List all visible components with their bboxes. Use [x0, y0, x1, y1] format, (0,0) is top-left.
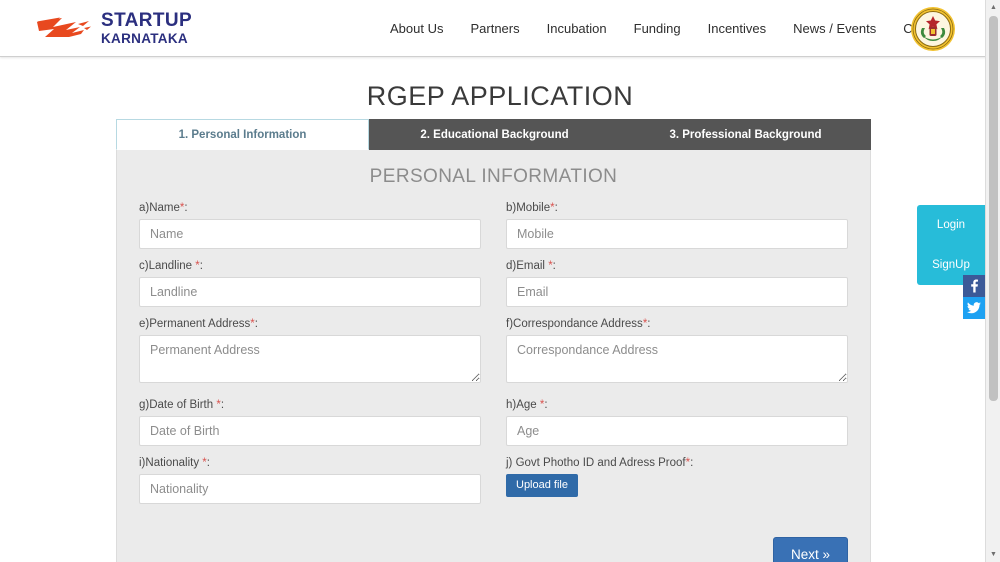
nav-item-partners[interactable]: Partners: [470, 21, 519, 36]
social-links: [963, 275, 985, 319]
facebook-icon[interactable]: [963, 275, 985, 297]
field-label-name-text: a)Name: [139, 202, 180, 214]
facebook-glyph-icon: [971, 279, 978, 293]
tab-personal-information[interactable]: 1. Personal Information: [116, 119, 369, 150]
wizard-tabs: 1. Personal Information 2. Educational B…: [116, 119, 871, 150]
field-label-landline-text: c)Landline: [139, 260, 193, 272]
twitter-icon[interactable]: [963, 297, 985, 319]
browser-viewport: STARTUP KARNATAKA About Us Partners Incu…: [0, 0, 1000, 562]
brand-text: STARTUP KARNATAKA: [101, 11, 192, 46]
field-age: h)Age *:: [506, 399, 848, 446]
field-label-mobile: b)Mobile*:: [506, 202, 848, 214]
field-label-date-of-birth: g)Date of Birth *:: [139, 399, 481, 411]
upload-file-button[interactable]: Upload file: [506, 474, 578, 497]
field-name: a)Name*:: [139, 202, 481, 249]
tab-professional-background[interactable]: 3. Professional Background: [620, 119, 871, 150]
field-label-govt-id-proof: j) Govt Photho ID and Adress Proof*:: [506, 457, 848, 469]
field-label-correspondance-address-text: f)Correspondance Address: [506, 318, 643, 330]
page-title: RGEP APPLICATION: [366, 81, 634, 111]
correspondance-address-textarea[interactable]: [506, 335, 848, 383]
label-colon: :: [254, 318, 258, 330]
brand-line-startup: STARTUP: [101, 9, 193, 31]
label-colon: :: [220, 399, 225, 411]
name-input[interactable]: [139, 219, 481, 249]
field-label-age: h)Age *:: [506, 399, 848, 411]
nav-item-funding[interactable]: Funding: [634, 21, 681, 36]
brand-line-karnataka: KARNATAKA: [101, 30, 188, 46]
label-colon: :: [199, 260, 203, 272]
field-mobile: b)Mobile*:: [506, 202, 848, 249]
field-label-correspondance-address: f)Correspondance Address*:: [506, 318, 848, 330]
nav-item-incubation[interactable]: Incubation: [547, 21, 607, 36]
login-button[interactable]: Login: [917, 205, 985, 245]
government-of-karnataka-emblem-icon: [911, 7, 955, 51]
field-date-of-birth: g)Date of Birth *:: [139, 399, 481, 446]
personal-information-panel: PERSONAL INFORMATION a)Name*: b)Mobile*:: [116, 150, 871, 562]
landline-input[interactable]: [139, 277, 481, 307]
scroll-down-arrow-icon[interactable]: ▼: [986, 547, 1000, 562]
bird-swoosh-icon: [37, 17, 91, 37]
field-label-email-text: d)Email: [506, 260, 545, 272]
field-label-nationality: i)Nationality *:: [139, 457, 481, 469]
page-scrollbar[interactable]: ▲ ▼: [985, 0, 1000, 562]
side-auth-widget: Login SignUp: [917, 205, 985, 285]
personal-information-form: a)Name*: b)Mobile*: c)Landline *:: [139, 202, 848, 515]
field-label-age-text: h)Age: [506, 399, 537, 411]
site-header: STARTUP KARNATAKA About Us Partners Incu…: [0, 0, 1000, 57]
nationality-input[interactable]: [139, 474, 481, 504]
label-colon: :: [544, 399, 548, 411]
panel-title: PERSONAL INFORMATION: [369, 166, 618, 187]
label-colon: :: [554, 202, 558, 214]
label-colon: :: [552, 260, 556, 272]
rgep-application-wizard: 1. Personal Information 2. Educational B…: [116, 119, 871, 562]
nav-item-news-events[interactable]: News / Events: [793, 21, 876, 36]
field-nationality: i)Nationality *:: [139, 457, 481, 504]
field-label-nationality-text: i)Nationality: [139, 457, 200, 469]
field-label-permanent-address-text: e)Permanent Address: [139, 318, 251, 330]
brand-logo[interactable]: STARTUP KARNATAKA: [36, 11, 192, 46]
scroll-up-arrow-icon[interactable]: ▲: [986, 0, 1000, 15]
panel-footer: Next »: [139, 537, 848, 562]
field-permanent-address: e)Permanent Address*:: [139, 318, 481, 388]
field-label-mobile-text: b)Mobile: [506, 202, 551, 214]
tab-educational-background[interactable]: 2. Educational Background: [369, 119, 620, 150]
field-label-email: d)Email *:: [506, 260, 848, 272]
label-colon: :: [647, 318, 651, 330]
field-govt-id-proof: j) Govt Photho ID and Adress Proof*: Upl…: [506, 457, 848, 504]
nav-item-incentives[interactable]: Incentives: [708, 21, 767, 36]
date-of-birth-input[interactable]: [139, 416, 481, 446]
twitter-bird-glyph-icon: [967, 302, 981, 314]
mobile-input[interactable]: [506, 219, 848, 249]
field-label-govt-id-proof-text: j) Govt Photho ID and Adress Proof: [506, 457, 686, 469]
field-label-permanent-address: e)Permanent Address*:: [139, 318, 481, 330]
field-label-name: a)Name*:: [139, 202, 481, 214]
field-correspondance-address: f)Correspondance Address*:: [506, 318, 848, 388]
field-email: d)Email *:: [506, 260, 848, 307]
nav-item-about-us[interactable]: About Us: [390, 21, 443, 36]
label-colon: :: [184, 202, 188, 214]
main-navigation: About Us Partners Incubation Funding Inc…: [390, 0, 948, 57]
label-colon: :: [690, 457, 694, 469]
label-colon: :: [206, 457, 210, 469]
age-input[interactable]: [506, 416, 848, 446]
permanent-address-textarea[interactable]: [139, 335, 481, 383]
field-landline: c)Landline *:: [139, 260, 481, 307]
email-input[interactable]: [506, 277, 848, 307]
next-button[interactable]: Next »: [772, 537, 848, 562]
scrollbar-thumb[interactable]: [989, 16, 998, 401]
field-label-landline: c)Landline *:: [139, 260, 481, 272]
field-label-date-of-birth-text: g)Date of Birth: [139, 399, 214, 411]
